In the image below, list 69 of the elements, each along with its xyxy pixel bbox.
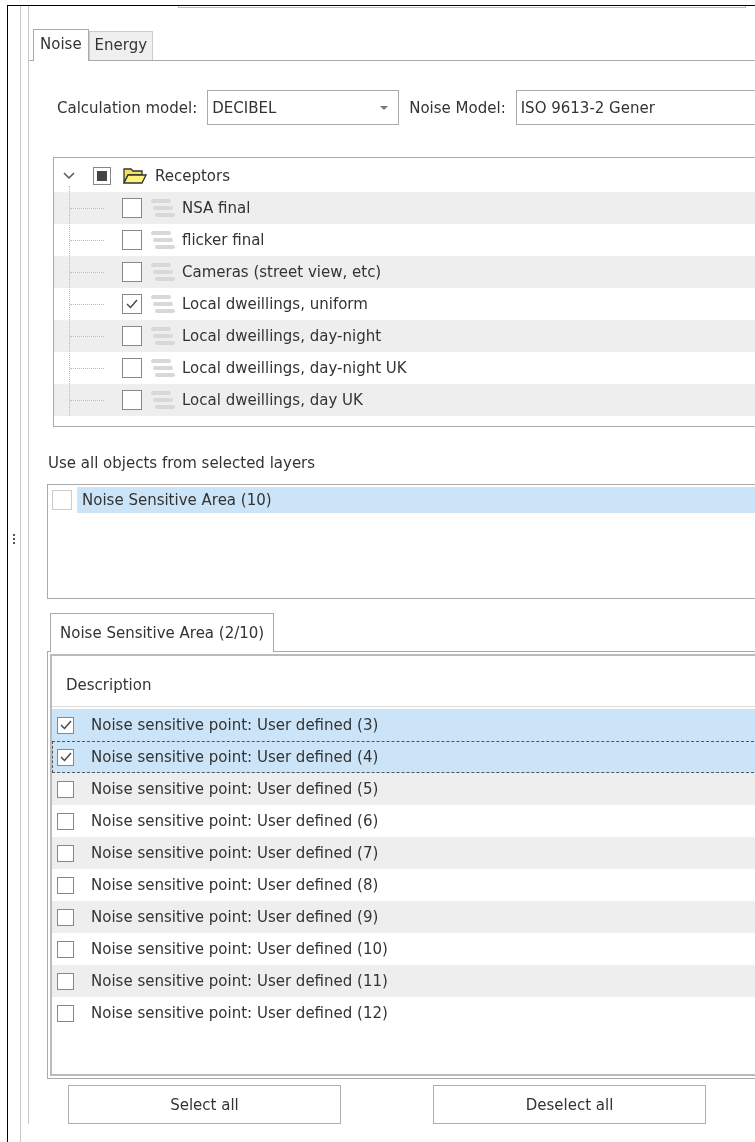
checkbox[interactable]: [57, 812, 74, 830]
table-cell: Noise sensitive point: User defined (5): [91, 780, 379, 798]
checkbox[interactable]: [122, 390, 142, 410]
table-row[interactable]: Noise sensitive point: User defined (4): [52, 741, 755, 773]
tree-item-label[interactable]: Local dweillings, day UK: [182, 391, 363, 409]
input-field[interactable]: ISO 9613-2 Gener: [515, 90, 755, 125]
table-row[interactable]: Noise sensitive point: User defined (11): [52, 965, 755, 997]
table-cell: Noise sensitive point: User defined (4): [91, 748, 379, 766]
layers-icon: [150, 358, 176, 378]
table-row[interactable]: Noise sensitive point: User defined (9): [52, 901, 755, 933]
table-cell: Noise sensitive point: User defined (7): [91, 844, 379, 862]
tree-item-label[interactable]: flicker final: [182, 231, 265, 249]
table-row[interactable]: Noise sensitive point: User defined (10): [52, 933, 755, 965]
checkbox[interactable]: [57, 748, 74, 766]
checkbox[interactable]: [122, 326, 142, 346]
caret-icon: [380, 105, 389, 110]
checkbox[interactable]: [122, 198, 142, 218]
checkbox[interactable]: [57, 1004, 74, 1022]
checkbox[interactable]: [122, 230, 142, 250]
checkbox[interactable]: [122, 262, 142, 282]
tree-item-label[interactable]: Cameras (street view, etc): [182, 263, 382, 281]
checkbox[interactable]: [57, 844, 74, 862]
field-label: Calculation model:: [57, 98, 198, 117]
table-row[interactable]: Noise sensitive point: User defined (7): [52, 837, 755, 869]
tab[interactable]: Energy: [88, 31, 154, 60]
dropdown[interactable]: DECIBEL: [207, 90, 400, 125]
checkbox[interactable]: [57, 780, 74, 798]
checkmark-icon: [59, 720, 72, 730]
checkbox[interactable]: [57, 972, 74, 990]
table-row[interactable]: Noise sensitive point: User defined (8): [52, 869, 755, 901]
square-icon: [97, 171, 107, 181]
checkbox[interactable]: [122, 358, 142, 378]
folder-icon: [123, 167, 147, 185]
checkbox[interactable]: [57, 716, 74, 734]
layers-icon: [150, 230, 176, 250]
layers-icon: [150, 294, 176, 314]
field-label: Noise Model:: [409, 98, 506, 117]
checkmark-icon: [126, 299, 138, 309]
tree-item-label[interactable]: Local dweillings, uniform: [182, 295, 368, 313]
checkmark-icon: [59, 752, 72, 762]
table-cell: Noise sensitive point: User defined (12): [91, 1004, 388, 1022]
tree-item-label[interactable]: Local dweillings, day-night: [182, 327, 382, 345]
table-cell: Noise sensitive point: User defined (10): [91, 940, 388, 958]
tree-item-label[interactable]: NSA final: [182, 199, 251, 217]
checkbox[interactable]: [93, 167, 111, 185]
table-cell: Noise sensitive point: User defined (3): [91, 716, 379, 734]
table-cell: Noise sensitive point: User defined (11): [91, 972, 388, 990]
checkbox[interactable]: [57, 876, 74, 894]
table-cell: Noise sensitive point: User defined (8): [91, 876, 379, 894]
checkbox[interactable]: [122, 294, 142, 314]
table-row[interactable]: Noise sensitive point: User defined (3): [52, 709, 755, 741]
list-item[interactable]: Noise Sensitive Area (10): [77, 487, 755, 513]
table-cell: Noise sensitive point: User defined (6): [91, 812, 379, 830]
table-row[interactable]: Noise sensitive point: User defined (12): [52, 997, 755, 1029]
tree-item-label[interactable]: Local dweillings, day-night UK: [182, 359, 407, 377]
chevron-down-icon[interactable]: [63, 172, 75, 180]
tab[interactable]: Noise Sensitive Area (2/10): [50, 613, 275, 652]
table-row[interactable]: Noise sensitive point: User defined (6): [52, 805, 755, 837]
checkbox[interactable]: [52, 490, 72, 510]
column-header[interactable]: Description: [52, 676, 152, 694]
table-row[interactable]: Noise sensitive point: User defined (5): [52, 773, 755, 805]
tab[interactable]: Noise: [33, 29, 89, 61]
checkbox[interactable]: [57, 908, 74, 926]
button[interactable]: Deselect all: [433, 1085, 706, 1124]
section-label: Use all objects from selected layers: [48, 453, 317, 473]
button[interactable]: Select all: [68, 1085, 341, 1124]
tree-item-label[interactable]: Receptors: [155, 167, 230, 185]
checkbox[interactable]: [57, 940, 74, 958]
table-cell: Noise sensitive point: User defined (9): [91, 908, 379, 926]
